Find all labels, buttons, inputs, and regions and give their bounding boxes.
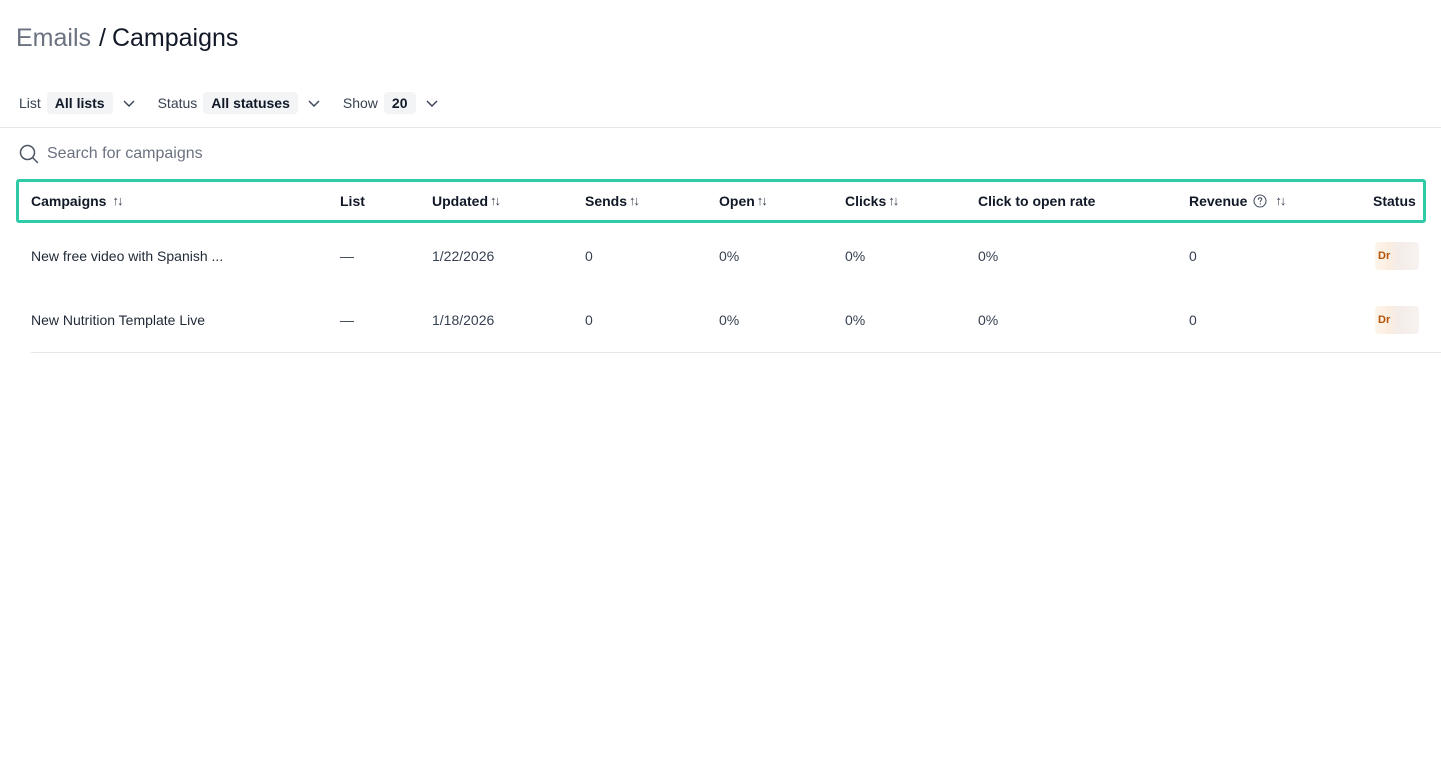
column-header-status-label: Status [1373, 193, 1416, 209]
status-filter-label: Status [157, 95, 198, 111]
list-filter-label: List [19, 95, 41, 111]
status-filter-dropdown[interactable]: Status All statuses [158, 92, 321, 114]
cell-click-to-open-rate: 0% [978, 248, 999, 264]
column-header-list: List [340, 182, 365, 220]
column-header-updated[interactable]: Updated ↑↓ [432, 182, 501, 220]
status-badge: Dr [1375, 242, 1419, 270]
status-filter-value[interactable]: All statuses [203, 92, 298, 114]
sort-icon[interactable]: ↑↓ [629, 182, 640, 220]
show-count-label: Show [342, 95, 378, 111]
campaigns-page: Emails / Campaigns List All lists Status A… [0, 0, 1441, 765]
list-filter-value[interactable]: All lists [46, 92, 113, 114]
chevron-down-icon[interactable] [425, 96, 439, 110]
page-title: Campaigns [111, 24, 239, 52]
cell-updated: 1/18/2026 [432, 312, 495, 328]
sort-icon[interactable]: ↑↓ [490, 182, 501, 220]
column-header-revenue[interactable]: Revenue ↑↓ [1189, 182, 1286, 220]
cell-list: — [340, 248, 354, 264]
campaign-name-link[interactable]: New Nutrition Template Live [31, 288, 205, 352]
chevron-down-icon[interactable] [122, 96, 136, 110]
campaign-search [19, 141, 619, 167]
column-header-sends-label: Sends [585, 193, 628, 209]
sort-icon[interactable]: ↑↓ [888, 182, 899, 220]
chevron-down-icon[interactable] [307, 96, 321, 110]
table-row[interactable]: New free video with Spanish ... — 1/22/2… [31, 224, 1441, 288]
list-filter-dropdown[interactable]: List All lists [19, 92, 136, 114]
help-circle-icon[interactable] [1253, 194, 1267, 208]
cell-revenue: 0 [1189, 312, 1197, 328]
column-header-clicks[interactable]: Clicks ↑↓ [845, 182, 899, 220]
cell-clicks: 0% [845, 312, 866, 328]
cell-list: — [340, 312, 354, 328]
column-header-clicks-label: Clicks [845, 193, 887, 209]
cell-revenue: 0 [1189, 248, 1197, 264]
column-header-status: Status [1373, 182, 1416, 220]
search-input[interactable] [47, 145, 607, 163]
sort-icon[interactable]: ↑↓ [757, 182, 768, 220]
column-header-list-label: List [340, 193, 365, 209]
sort-icon[interactable]: ↑↓ [112, 182, 123, 220]
show-count-dropdown[interactable]: Show 20 [343, 92, 439, 114]
cell-click-to-open-rate: 0% [978, 312, 999, 328]
breadcrumb-emails-link[interactable]: Emails [16, 24, 91, 52]
column-header-open[interactable]: Open ↑↓ [719, 182, 768, 220]
cell-open: 0% [719, 248, 740, 264]
column-header-click-to-open-rate: Click to open rate [978, 182, 1095, 220]
cell-open: 0% [719, 312, 740, 328]
column-header-revenue-label: Revenue [1189, 193, 1248, 209]
search-icon [19, 144, 39, 164]
cell-sends: 0 [585, 312, 593, 328]
table-header-row: Campaigns ↑↓ List Updated ↑↓ Sends ↑↓ Op… [16, 179, 1426, 223]
status-badge: Dr [1375, 306, 1419, 334]
campaign-name-link[interactable]: New free video with Spanish ... [31, 224, 223, 288]
filter-divider [0, 127, 1441, 128]
column-header-campaigns[interactable]: Campaigns ↑↓ [31, 182, 123, 220]
table-row[interactable]: New Nutrition Template Live — 1/18/2026 … [31, 288, 1441, 353]
column-header-updated-label: Updated [432, 193, 488, 209]
cell-clicks: 0% [845, 248, 866, 264]
column-header-sends[interactable]: Sends ↑↓ [585, 182, 640, 220]
cell-sends: 0 [585, 248, 593, 264]
show-count-value[interactable]: 20 [383, 92, 416, 114]
column-header-open-label: Open [719, 193, 755, 209]
cell-updated: 1/22/2026 [432, 248, 495, 264]
breadcrumb: Emails / Campaigns [16, 22, 238, 54]
column-header-campaigns-label: Campaigns [31, 193, 107, 209]
breadcrumb-separator: / [99, 24, 106, 52]
filter-bar: List All lists Status All statuses Show … [19, 90, 461, 116]
sort-icon[interactable]: ↑↓ [1275, 182, 1286, 220]
column-header-click-to-open-rate-label: Click to open rate [978, 193, 1096, 209]
